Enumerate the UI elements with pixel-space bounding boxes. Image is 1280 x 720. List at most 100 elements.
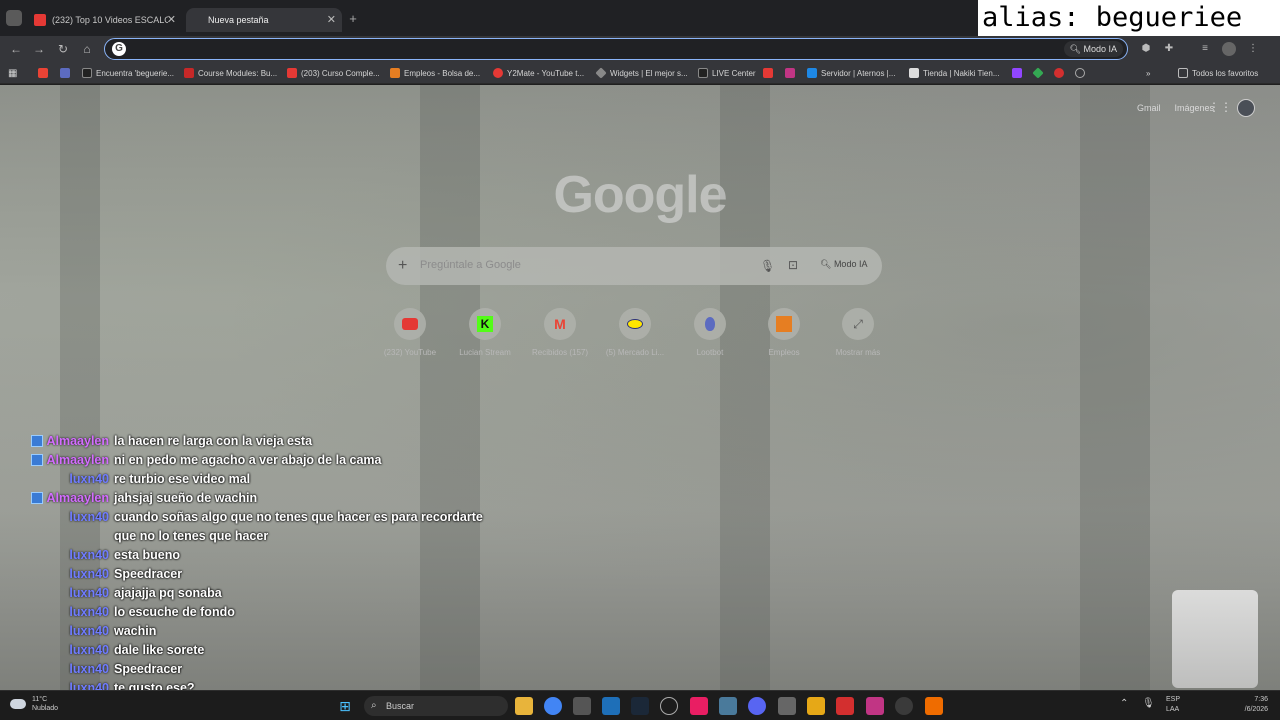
chat-username: Almaaylen — [24, 432, 114, 451]
chat-text: dale like sorete — [114, 643, 205, 657]
chat-text: cuando soñas algo que no tenes que hacer… — [114, 510, 483, 543]
close-icon[interactable]: ✕ — [327, 13, 336, 26]
bookmark-icon-only[interactable] — [1032, 66, 1047, 80]
address-input[interactable] — [131, 41, 1031, 57]
bookmark-item[interactable]: Servidor | Aternos |... — [807, 66, 895, 80]
bookmark-item[interactable]: Y2Mate - YouTube t... — [493, 66, 584, 80]
profile-icon[interactable] — [1222, 42, 1236, 56]
youtube-icon — [34, 14, 46, 26]
app-icon[interactable] — [602, 697, 620, 715]
language-indicator[interactable]: ESP LAA — [1166, 695, 1180, 715]
gmail-link[interactable]: Gmail — [1137, 103, 1161, 113]
windows-taskbar: 11°C Nublado ⊞ ⌕ Buscar ⌃ 🎙︎ ESP LAA 7:36/… — [0, 690, 1280, 720]
avatar[interactable] — [1237, 99, 1255, 117]
shortcut-empleos[interactable]: Empleos — [754, 308, 814, 357]
menu-icon[interactable]: ⋮ — [1246, 42, 1260, 56]
chat-text: lo escuche de fondo — [114, 605, 235, 619]
app-icon[interactable] — [925, 697, 943, 715]
drive-icon — [1032, 67, 1044, 79]
expand-icon: ⤢ — [853, 316, 863, 331]
lens-icon[interactable]: ⊡ — [788, 258, 798, 272]
chat-username: luxn40 — [69, 643, 109, 657]
tab-title: Nueva pestaña — [208, 15, 269, 25]
more-bookmarks-icon[interactable]: » — [1146, 66, 1150, 80]
plus-icon[interactable]: + — [398, 257, 407, 275]
bookmark-icon-only[interactable] — [60, 66, 74, 80]
chat-username: luxn40 — [69, 472, 109, 486]
app-icon[interactable] — [895, 697, 913, 715]
all-bookmarks-folder[interactable]: Todos los favoritos — [1178, 66, 1258, 80]
chat-username: luxn40 — [69, 586, 109, 600]
chat-message: luxn40 re turbio ese video mal — [24, 470, 484, 489]
app-icon[interactable] — [719, 697, 737, 715]
reading-list-icon[interactable]: ≡ — [1198, 42, 1212, 56]
bookmark-item[interactable]: (203) Curso Comple... — [287, 66, 380, 80]
shortcut-lootbot[interactable]: Lootbot — [680, 308, 740, 357]
microphone-icon[interactable]: 🎙︎ — [760, 259, 775, 273]
chevron-up-icon[interactable]: ⌃ — [1120, 699, 1128, 709]
back-icon[interactable]: ← — [8, 41, 24, 57]
tiktok-live-icon[interactable] — [690, 697, 708, 715]
windows-start-icon[interactable]: ⊞ — [336, 697, 354, 715]
bookmark-icon-only[interactable] — [1012, 66, 1026, 80]
taskbar-search[interactable]: ⌕ Buscar — [364, 696, 508, 716]
shortcut-youtube[interactable]: (232) YouTube — [380, 308, 440, 357]
ai-mode-button[interactable]: 🔍︎ Modo IA — [1063, 41, 1123, 57]
close-icon[interactable]: ✕ — [167, 13, 176, 26]
weather-widget[interactable]: 11°C Nublado — [10, 695, 58, 713]
bookmark-icon-only[interactable] — [1075, 66, 1089, 80]
chat-message: luxn40 dale like sorete — [24, 641, 484, 660]
apps-icon[interactable]: ▦ — [8, 66, 17, 80]
ai-mode-button[interactable]: 🔍︎ Modo IA — [820, 259, 867, 270]
shortcut-mercadolibre[interactable]: (5) Mercado Li... — [605, 308, 665, 357]
gmail-bookmark[interactable] — [38, 66, 52, 80]
shortcut-kick[interactable]: K Lucian Stream — [455, 308, 515, 357]
store-icon — [909, 68, 919, 78]
clock[interactable]: 7:36/6/2026 — [1236, 695, 1268, 715]
bookmark-item[interactable]: Tienda | Nakiki Tien... — [909, 66, 999, 80]
reload-icon[interactable]: ↻ — [55, 41, 71, 57]
discord-icon[interactable] — [748, 697, 766, 715]
chat-username: luxn40 — [69, 605, 109, 619]
subscriber-badge-icon — [31, 492, 44, 504]
extension-icon[interactable]: ⬢ — [1139, 42, 1153, 56]
bookmark-icon-only[interactable] — [1054, 66, 1068, 80]
chrome-icon[interactable] — [544, 697, 562, 715]
y2mate-icon — [493, 68, 503, 78]
chat-message: luxn40 ajajajja pq sonaba — [24, 584, 484, 603]
app-icon[interactable] — [778, 697, 796, 715]
chat-message: Almaaylen ni en pedo me agacho a ver abaj… — [24, 451, 484, 470]
alert-icon — [1054, 68, 1064, 78]
shortcut-show-more[interactable]: ⤢ Mostrar más — [828, 308, 888, 357]
tab-search-button[interactable] — [6, 10, 22, 26]
new-tab-button[interactable]: + — [346, 12, 360, 26]
bookmark-item[interactable]: LIVE Center — [698, 66, 756, 80]
address-bar[interactable]: G 🔍︎ Modo IA — [104, 38, 1128, 60]
app-icon[interactable] — [807, 697, 825, 715]
tab-new-tab[interactable]: Nueva pestaña ✕ — [186, 8, 342, 32]
bookmark-item[interactable]: Encuentra 'beguerie... — [82, 66, 174, 80]
google-search-box[interactable]: + Pregúntale a Google 🎙︎ ⊡ 🔍︎ Modo IA — [386, 247, 882, 285]
bookmark-icon-only[interactable] — [763, 66, 777, 80]
shortcut-gmail[interactable]: M Recibidos (157) — [530, 308, 590, 357]
empleos-icon — [776, 316, 792, 332]
store-icon[interactable] — [573, 697, 591, 715]
bookmark-item[interactable]: Empleos - Bolsa de... — [390, 66, 480, 80]
google-icon: G — [112, 42, 126, 56]
bookmark-item[interactable]: Course Modules: Bu... — [184, 66, 277, 80]
instagram-icon[interactable] — [866, 697, 884, 715]
tab-youtube[interactable]: (232) Top 10 Videos ESCALOFRI... ✕ — [26, 8, 182, 32]
microphone-icon[interactable]: 🎙︎ — [1142, 699, 1155, 709]
puzzle-icon[interactable]: ✚ — [1162, 42, 1176, 56]
bookmark-icon-only[interactable] — [785, 66, 799, 80]
gmail-icon: M — [554, 316, 566, 332]
forward-icon[interactable]: → — [31, 41, 47, 57]
chat-text: re turbio ese video mal — [114, 472, 251, 486]
app-icon[interactable] — [836, 697, 854, 715]
bookmark-item[interactable]: Widgets | El mejor s... — [595, 66, 688, 80]
obs-icon[interactable] — [660, 697, 678, 715]
google-apps-icon[interactable]: ⋮⋮ — [1208, 101, 1232, 113]
home-icon[interactable]: ⌂ — [79, 41, 95, 57]
steam-icon[interactable] — [631, 697, 649, 715]
file-explorer-icon[interactable] — [515, 697, 533, 715]
